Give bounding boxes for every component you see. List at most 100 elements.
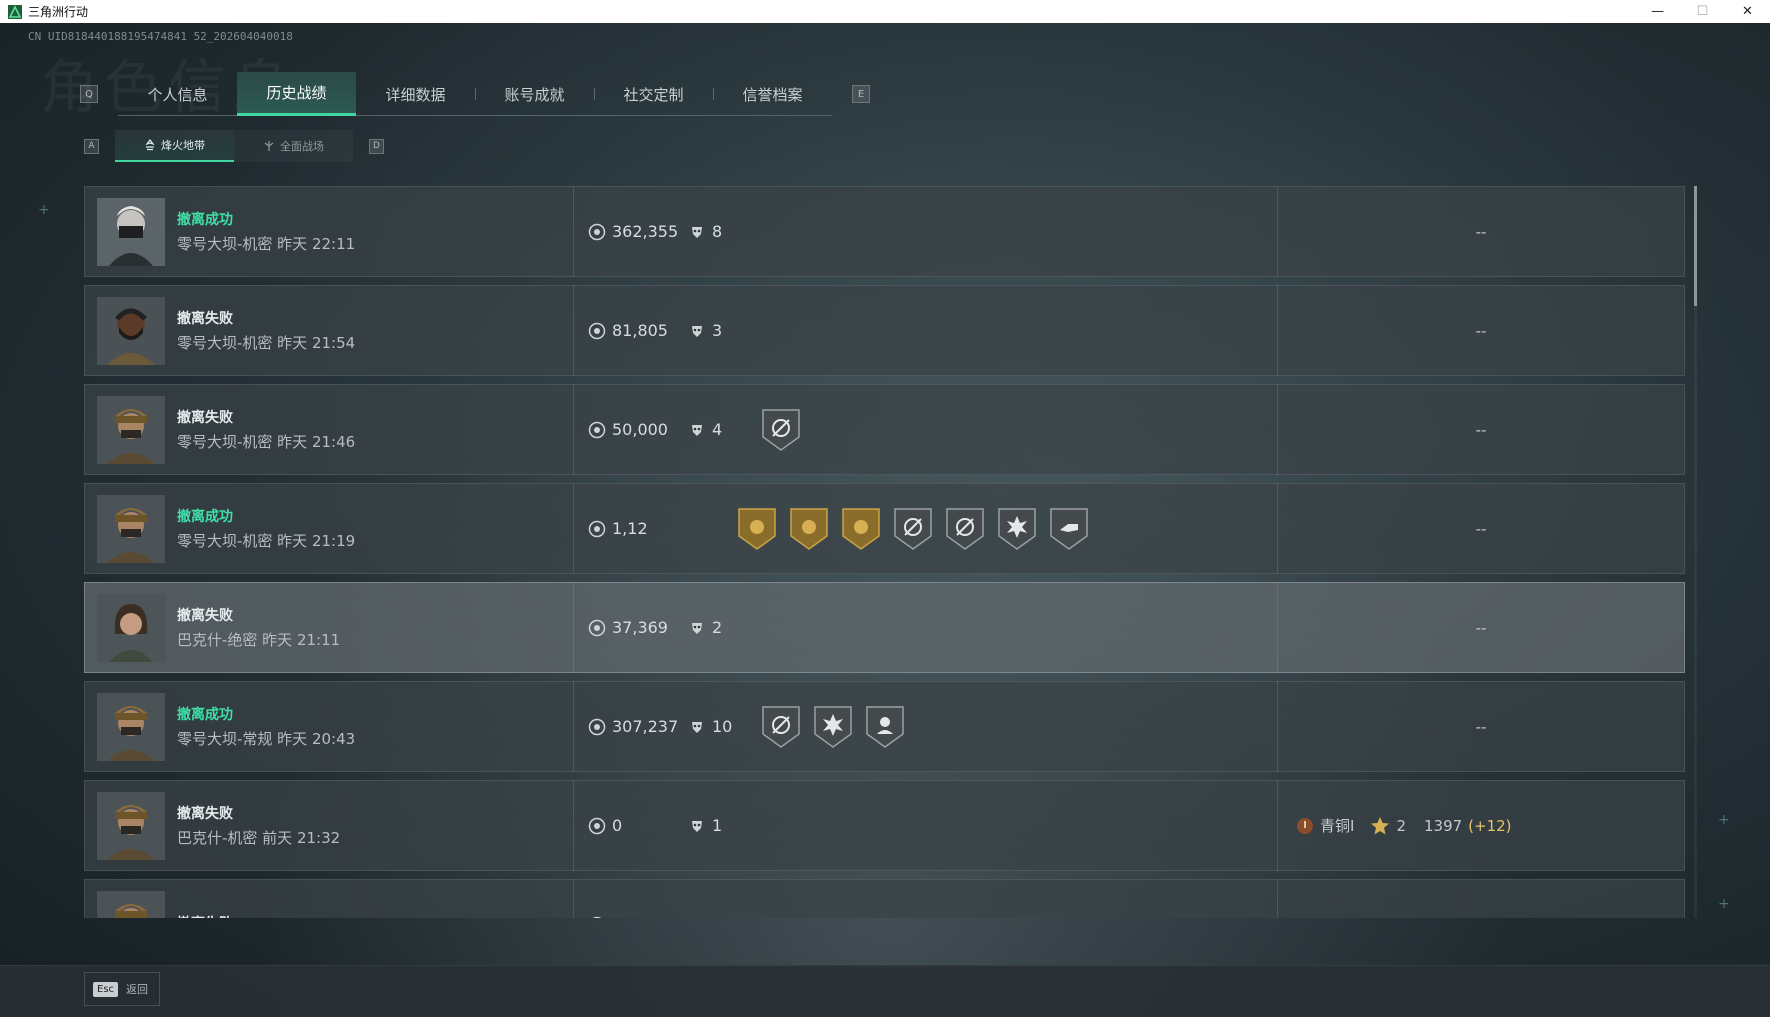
subtab-label: 烽火地带 [161,139,205,152]
tab-1[interactable]: 历史战绩 [237,72,356,116]
subtab-1[interactable]: 全面战场 [234,130,353,162]
bronze-rank-icon [1297,817,1313,834]
maximize-button[interactable]: ☐ [1680,0,1725,23]
rank-score-gain: (+12) [1468,816,1512,835]
coin-icon [588,817,606,834]
fire-zone-icon [145,139,155,151]
tab-4[interactable]: 社交定制 [594,72,713,116]
close-button[interactable]: ✕ [1725,0,1770,23]
match-stats [574,879,1277,918]
match-info: 撤离失败零号大坝-机密 昨天 21:46 [177,407,573,452]
match-stats: 1,12 [574,483,1277,574]
star-icon [1371,816,1390,834]
skull-icon [692,325,702,337]
match-info: 撤离失败 零号大坝-机密 昨天 21:54 [177,308,573,353]
coin-icon [588,421,606,438]
key-hint-d[interactable]: D [369,138,384,154]
badge-list [760,704,906,750]
match-info: 撤离成功 零号大坝-机密 昨天 22:11 [177,209,573,254]
crosshair-badge-icon[interactable] [760,407,802,453]
battlefield-icon [264,141,274,151]
match-info: 撤离成功 零号大坝-机密 昨天 21:19 [177,506,573,551]
esc-key-hint: Esc [93,981,119,997]
coin-icon [588,223,606,240]
match-stats: 362,355 8 [574,186,1277,277]
operator-avatar [97,395,165,464]
kill-count: 1 [712,816,723,835]
gold-badge-icon[interactable] [788,506,830,552]
match-row[interactable]: 撤离成功 零号大坝-机密 昨天 22:11 362,355 8 -- [84,186,1685,277]
corner-plus-icon: + [1718,812,1730,828]
gold-badge-icon[interactable] [840,506,882,552]
rank-cell: -- [1475,420,1487,439]
match-stats: 01 [574,780,1277,871]
subtab-0[interactable]: 烽火地带 [115,130,234,162]
operator-avatar [97,890,165,918]
scrollbar-thumb[interactable] [1694,186,1697,306]
sub-tab-bar: A 烽火地带 全面战场 D [84,130,384,162]
match-info: 撤离失败 巴克什-机密 前天 21:32 [177,803,573,848]
footer-bar [0,965,1770,1017]
match-row[interactable]: 撤离失败 [84,879,1685,918]
key-hint-e[interactable]: E [852,85,870,103]
operator-avatar [97,791,165,860]
extraction-status: 撤离失败 [177,410,233,426]
match-row[interactable]: 撤离失败 零号大坝-机密 昨天 21:54 81,805 3 -- [84,285,1685,376]
badge-list [760,407,802,453]
explosion-badge-icon[interactable] [812,704,854,750]
map-and-time: 巴克什-机密 前天 21:32 [177,829,341,847]
rank-cell: -- [1475,519,1487,538]
map-and-time: 零号大坝-机密 昨天 21:46 [177,433,356,451]
badge-list [736,506,1090,552]
window-titlebar: 三角洲行动 — ☐ ✕ [0,0,1770,23]
haul-value: 307,237 [612,717,679,736]
uid-label: CN UID818440188195474841 52_202604040018 [28,30,293,43]
rank-cell [1278,879,1684,918]
match-row[interactable]: 撤离成功 零号大坝-机密 昨天 21:19 1,12 -- [84,483,1685,574]
kill-count: 10 [712,717,733,736]
tab-0[interactable]: 个人信息 [118,72,237,116]
app-logo-icon [8,4,22,19]
match-row[interactable]: 撤离失败 巴克什-绝密 昨天 21:11 37,369 2 -- [84,582,1685,673]
explosion-badge-icon[interactable] [996,506,1038,552]
match-row[interactable]: 撤离成功 零号大坝-常规 昨天 20:43 307,237 10 -- [84,681,1685,772]
corner-plus-icon: + [38,202,50,218]
skull-icon [692,721,702,733]
main-tab-bar: Q 个人信息 历史战绩 详细数据 账号成就 社交定制 信誉档案 E [80,72,870,116]
match-stats: 307,237 10 [574,681,1277,772]
rank-cell: -- [1475,321,1487,340]
crosshair-badge-icon[interactable] [760,704,802,750]
rank-cell: 青铜I 2 1397 (+12) [1278,780,1684,871]
operator-avatar [97,296,165,365]
extraction-status: 撤离成功 [177,707,233,723]
extraction-status: 撤离失败 [177,311,233,327]
tab-5[interactable]: 信誉档案 [713,72,832,116]
key-hint-q[interactable]: Q [80,85,98,103]
match-history-list: 撤离成功 零号大坝-机密 昨天 22:11 362,355 8 -- 撤离失败 零号大坝-机… [84,186,1686,918]
coin-icon [588,322,606,339]
match-stats: 50,000 4 [574,384,1277,475]
haul-value: 37,369 [612,618,668,637]
rank-cell: -- [1475,618,1487,637]
medic-badge-icon[interactable] [864,704,906,750]
crosshair-badge-icon[interactable] [892,506,934,552]
kill-count: 8 [712,222,723,241]
minimize-button[interactable]: — [1635,0,1680,23]
rank-score: 1397 [1423,816,1463,835]
coin-icon [588,718,606,735]
crosshair-badge-icon[interactable] [944,506,986,552]
tab-3[interactable]: 账号成就 [475,72,594,116]
hand-badge-icon[interactable] [1048,506,1090,552]
match-row[interactable]: 撤离失败 巴克什-机密 前天 21:32 0 1 青铜I 2 1397 (+12) [84,780,1685,871]
gold-badge-icon[interactable] [736,506,778,552]
back-button[interactable]: Esc 返回 [84,972,160,1006]
tab-2[interactable]: 详细数据 [356,72,475,116]
haul-value: 1,12 [612,519,648,538]
kill-count: 2 [712,618,723,637]
skull-icon [692,424,702,436]
key-hint-a[interactable]: A [84,138,99,154]
corner-plus-icon: + [1718,896,1730,912]
match-row[interactable]: 撤离失败 零号大坝-机密 昨天 21:46 50,000 4 -- [84,384,1685,475]
extraction-status: 撤离失败 [177,608,233,624]
sub-tab-strip: 烽火地带 全面战场 [115,130,353,162]
